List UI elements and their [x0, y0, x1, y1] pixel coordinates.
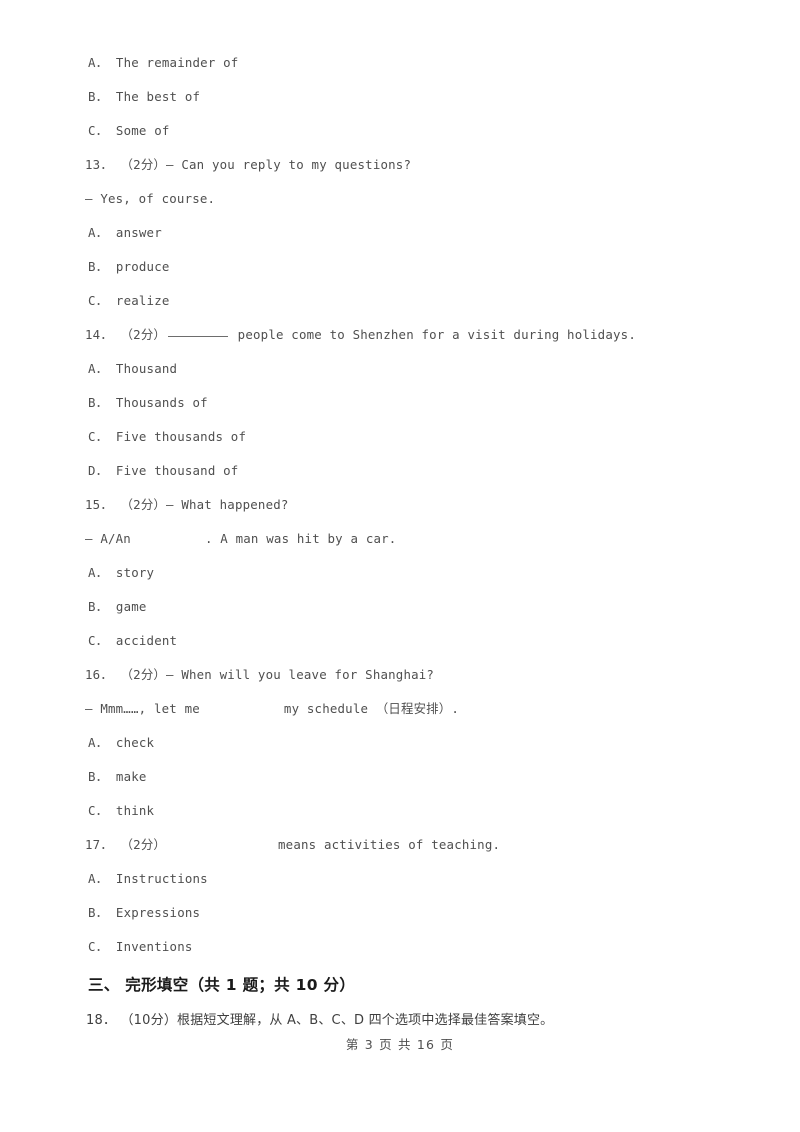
answer-option: B． game: [88, 599, 147, 614]
question-prefix: — A/An: [85, 531, 131, 546]
question-line: 13． （2分）— Can you reply to my questions?: [85, 157, 412, 172]
answer-option: C． accident: [88, 633, 178, 648]
question-line: 15． （2分）— What happened?: [85, 497, 289, 512]
answer-option: A． Instructions: [88, 871, 208, 886]
question-prefix: 14． （2分）: [85, 327, 167, 342]
answer-option: B． Thousands of: [88, 395, 208, 410]
answer-option: D． Five thousand of: [88, 463, 239, 478]
question-line: — A/An . A man was hit by a car.: [85, 522, 725, 556]
fill-in-blank-underline: [168, 336, 229, 337]
answer-option: A． answer: [88, 225, 162, 240]
question-18-stem: 18． （10分）根据短文理解，从 A、B、C、D 四个选项中选择最佳答案填空。: [86, 1013, 554, 1028]
page-content: A． The remainder of B． The best of C． Some…: [85, 46, 725, 964]
answer-option: C． Inventions: [88, 939, 193, 954]
section-heading-cloze: 三、 完形填空（共 1 题；共 10 分）: [88, 976, 356, 994]
question-prefix: 17． （2分）: [85, 837, 167, 852]
answer-option: C． Some of: [88, 123, 170, 138]
page-footer: 第 3 页 共 16 页: [345, 1037, 455, 1052]
answer-option: A． The remainder of: [88, 55, 239, 70]
question-line: — Yes, of course.: [85, 191, 216, 206]
question-suffix: . A man was hit by a car.: [204, 531, 397, 546]
question-suffix: my schedule （日程安排）.: [283, 701, 460, 716]
question-line: 14． （2分） people come to Shenzhen for a v…: [85, 318, 725, 352]
answer-option: A． story: [88, 565, 155, 580]
answer-option: B． make: [88, 769, 147, 784]
question-line: 16． （2分）— When will you leave for Shangh…: [85, 667, 435, 682]
question-suffix: means activities of teaching.: [278, 837, 501, 852]
answer-option: C． think: [88, 803, 155, 818]
answer-option: B． Expressions: [88, 905, 201, 920]
answer-option: B． produce: [88, 259, 170, 274]
answer-option: C． realize: [88, 293, 170, 308]
answer-option: A． check: [88, 735, 155, 750]
answer-option: C． Five thousands of: [88, 429, 247, 444]
document-page: A． The remainder of B． The best of C． Some…: [0, 0, 800, 1132]
question-line: — Mmm……, let me my schedule （日程安排）.: [85, 692, 725, 726]
question-line: 17． （2分） means activities of teaching.: [85, 828, 725, 862]
question-suffix: people come to Shenzhen for a visit duri…: [230, 327, 636, 342]
answer-option: A． Thousand: [88, 361, 178, 376]
question-prefix: — Mmm……, let me: [85, 701, 200, 716]
answer-option: B． The best of: [88, 89, 201, 104]
